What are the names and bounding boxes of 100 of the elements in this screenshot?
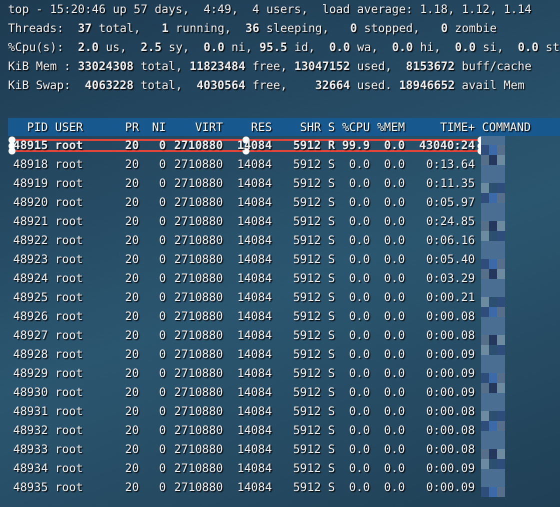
table-cell-text: 0 (159, 308, 166, 325)
mosaic-drawing (481, 174, 505, 193)
table-cell-text: 20 (125, 270, 139, 287)
process-row[interactable]: 48921 root 20 0 2710880 14084 5912 S 0.0 0.0 0:24.85 (8, 212, 560, 231)
table-cell-text: 0:24.85 (426, 213, 475, 230)
column-header: PID (27, 119, 48, 136)
summary-line: %Cpu(s): 2.0 us, 2.5 sy, 0.0 ni, 95.5 id, 0.0 wa, 0.0 hi, 0.0 si, 0.0 st (7, 39, 560, 56)
table-cell-text: 14084 (237, 346, 272, 363)
table-cell-text: 2710880 (174, 270, 223, 287)
table-cell-text: 20 (125, 137, 139, 154)
table-cell-text: 14084 (237, 270, 272, 287)
table-cell-text: 0:05.40 (426, 251, 475, 268)
table-cell-text: 14084 (237, 232, 272, 249)
table-cell-text: 48923 (13, 251, 48, 268)
process-row[interactable]: 48928 root 20 0 2710880 14084 5912 S 0.0 0.0 0:00.09 (8, 345, 560, 364)
process-row[interactable]: 48932 root 20 0 2710880 14084 5912 S 0.0 0.0 0:00.08 (8, 421, 560, 440)
table-cell-text: 2710880 (174, 479, 223, 496)
column-header: COMMAND (481, 119, 531, 136)
summary-line: top - 15:20:46 up 57 days, 4:49, 4 users, load average: 1.18, 1.12, 1.14 (7, 1, 532, 18)
table-cell-text: 20 (125, 194, 139, 211)
table-cell-text: 2710880 (174, 441, 223, 458)
table-cell-text: 20 (125, 346, 139, 363)
table-cell-text: 43040:24 (419, 137, 475, 154)
column-header: SHR (300, 119, 321, 136)
table-cell-text: 2710880 (174, 346, 223, 363)
table-cell-text: 0.0 (349, 289, 370, 306)
mosaic-drawing (481, 193, 505, 212)
process-row[interactable]: 48920 root 20 0 2710880 14084 5912 S 0.0 0.0 0:05.97 (8, 193, 560, 212)
process-row[interactable]: 48931 root 20 0 2710880 14084 5912 S 0.0 0.0 0:00.08 (8, 402, 560, 421)
process-row[interactable]: 48922 root 20 0 2710880 14084 5912 S 0.0 0.0 0:06.16 (8, 231, 560, 250)
table-cell-text: 0:00.08 (426, 441, 475, 458)
mosaic-drawing (481, 307, 505, 326)
mosaic-drawing (481, 402, 505, 421)
table-cell-text: root (54, 175, 83, 192)
column-header: %CPU (342, 119, 370, 136)
table-cell-text: S (327, 384, 335, 401)
table-cell-text: 2710880 (174, 251, 223, 268)
summary-line: KiB Swap: 4063228 total, 4030564 free, 32664 used. 18946652 avail Mem (7, 77, 525, 94)
table-cell-text: S (327, 422, 335, 439)
table-cell-text: 20 (125, 441, 139, 458)
table-cell-text: 0.0 (349, 346, 370, 363)
process-row[interactable]: 48929 root 20 0 2710880 14084 5912 S 0.0 0.0 0:00.09 (8, 364, 560, 383)
process-row[interactable]: 48935 root 20 0 2710880 14084 5912 S 0.0 0.0 0:00.09 (8, 478, 560, 497)
process-row[interactable]: 48933 root 20 0 2710880 14084 5912 S 0.0 0.0 0:00.08 (8, 440, 560, 459)
process-row[interactable]: 48926 root 20 0 2710880 14084 5912 S 0.0 0.0 0:00.08 (8, 307, 560, 326)
table-cell-text: root (54, 289, 83, 306)
table-cell-text: 48928 (13, 346, 48, 363)
process-row[interactable]: 48930 root 20 0 2710880 14084 5912 S 0.0 0.0 0:00.09 (8, 383, 560, 402)
table-cell-text: root (54, 308, 83, 325)
process-row[interactable]: 48927 root 20 0 2710880 14084 5912 S 0.0 0.0 0:00.08 (8, 326, 560, 345)
table-cell-text: 20 (125, 384, 139, 401)
table-cell-text: 0:00.09 (426, 479, 475, 496)
table-cell-text: 0.0 (384, 441, 405, 458)
process-row[interactable]: 48918 root 20 0 2710880 14084 5912 S 0.0 0.0 0:13.64 (8, 155, 560, 174)
table-cell-text: 20 (125, 460, 139, 477)
table-cell-text: root (54, 251, 83, 268)
table-cell-text: 0:05.97 (426, 194, 475, 211)
mosaic-drawing (481, 326, 505, 345)
column-header: NI (152, 119, 166, 136)
table-cell-text: 2710880 (174, 289, 223, 306)
process-row[interactable]: 48924 root 20 0 2710880 14084 5912 S 0.0 0.0 0:03.29 (8, 269, 560, 288)
table-cell-text: 2710880 (174, 175, 223, 192)
table-cell-text: 20 (125, 156, 139, 173)
process-row[interactable]: 48923 root 20 0 2710880 14084 5912 S 0.0 0.0 0:05.40 (8, 250, 560, 269)
table-cell-text: 5912 (293, 308, 321, 325)
table-cell-text: 2710880 (174, 232, 223, 249)
process-row[interactable]: 48919 root 20 0 2710880 14084 5912 S 0.0 0.0 0:11.35 (8, 174, 560, 193)
table-cell-text: 0.0 (384, 365, 405, 382)
table-cell-text: S (327, 346, 335, 363)
table-cell-text: 2710880 (174, 308, 223, 325)
table-cell-text: 0.0 (384, 137, 405, 154)
table-cell-text: 0:00.09 (426, 365, 475, 382)
table-cell-text: 48933 (13, 441, 48, 458)
table-cell-text: 0.0 (384, 460, 405, 477)
table-cell-text: 0 (159, 213, 166, 230)
table-cell-text: 0:11.35 (426, 175, 475, 192)
table-cell-text: 5912 (293, 346, 321, 363)
column-header: PR (125, 119, 139, 136)
mosaic-drawing (481, 459, 505, 478)
table-cell-text: 48924 (13, 270, 48, 287)
table-cell-text: 0 (159, 384, 166, 401)
table-cell-text: 0.0 (384, 327, 405, 344)
table-cell-text: 48922 (13, 232, 48, 249)
table-cell-text: 14084 (237, 441, 272, 458)
process-row[interactable]: 48934 root 20 0 2710880 14084 5912 S 0.0 0.0 0:00.09 (8, 459, 560, 478)
table-cell-text: 0 (159, 403, 166, 420)
table-cell-text: S (327, 251, 335, 268)
table-cell-text: 14084 (237, 194, 272, 211)
table-cell-text: 0 (159, 327, 166, 344)
mosaic-drawing (481, 155, 505, 174)
table-cell-text: 0:00.08 (426, 403, 475, 420)
table-cell-text: 5912 (293, 365, 321, 382)
table-cell-text: 14084 (237, 422, 272, 439)
table-cell-text: 2710880 (174, 194, 223, 211)
table-cell-text: 0.0 (349, 232, 370, 249)
mosaic-drawing (481, 478, 505, 497)
table-cell-text: 14084 (237, 327, 272, 344)
table-cell-text: 0 (159, 156, 166, 173)
process-row[interactable]: 48925 root 20 0 2710880 14084 5912 S 0.0 0.0 0:00.21 (8, 288, 560, 307)
table-cell-text: 0.0 (349, 460, 370, 477)
